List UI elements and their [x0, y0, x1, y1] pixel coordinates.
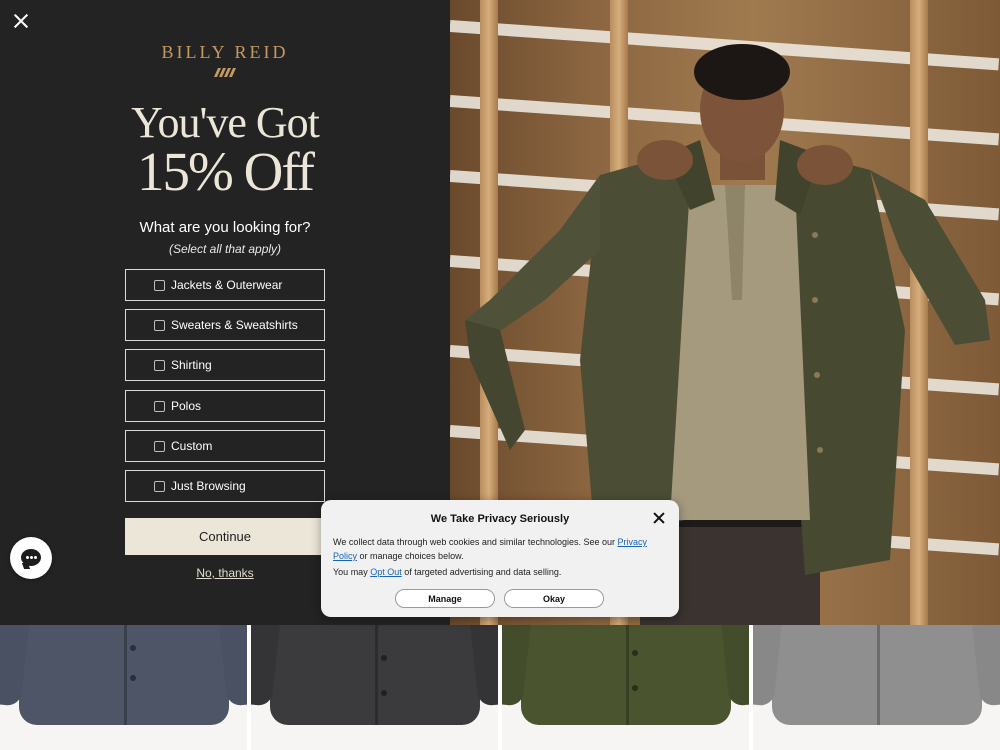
privacy-text: We collect data through web cookies and … [333, 537, 618, 547]
option-shirting[interactable]: Shirting [125, 349, 325, 381]
chat-button[interactable] [10, 537, 52, 579]
product-image [251, 625, 498, 725]
option-label: Just Browsing [171, 479, 246, 493]
checkbox[interactable] [154, 280, 165, 291]
product-card[interactable] [502, 625, 753, 750]
product-image [753, 625, 1000, 725]
manage-button[interactable]: Manage [395, 589, 495, 608]
product-image [0, 625, 247, 725]
product-image [502, 625, 749, 725]
continue-button[interactable]: Continue [125, 518, 325, 555]
product-grid [0, 625, 1000, 750]
opt-out-link[interactable]: Opt Out [370, 567, 402, 577]
checkbox[interactable] [154, 401, 165, 412]
diagonal-stripes-logo-icon [214, 68, 236, 77]
interest-hint: (Select all that apply) [168, 242, 282, 256]
chat-bubble-icon [21, 549, 41, 566]
opt-out-text: You may [333, 567, 371, 577]
option-custom[interactable]: Custom [125, 430, 325, 462]
opt-out-text: of targeted advertising and data selling… [401, 567, 562, 577]
privacy-text: or manage choices below. [357, 551, 464, 561]
checkbox[interactable] [154, 320, 165, 331]
close-icon[interactable] [11, 11, 31, 31]
option-label: Jackets & Outerwear [171, 278, 283, 292]
option-label: Polos [171, 399, 202, 413]
close-icon[interactable] [653, 512, 665, 524]
option-label: Sweaters & Sweatshirts [171, 318, 298, 332]
okay-button[interactable]: Okay [504, 589, 604, 608]
product-card[interactable] [0, 625, 251, 750]
discount-headline: 15% Off [137, 141, 315, 202]
opt-out-notice: You may Opt Out of targeted advertising … [333, 567, 667, 577]
privacy-title: We Take Privacy Seriously [430, 513, 570, 525]
brand-logo-text: BILLY REID [161, 42, 289, 62]
option-label: Custom [171, 439, 213, 453]
interest-question: What are you looking for? [139, 219, 311, 236]
option-polos[interactable]: Polos [125, 390, 325, 422]
product-card[interactable] [251, 625, 502, 750]
privacy-banner: We Take Privacy Seriously We collect dat… [321, 500, 679, 617]
checkbox[interactable] [154, 441, 165, 452]
product-card[interactable] [753, 625, 1000, 750]
privacy-description: We collect data through web cookies and … [333, 535, 667, 563]
option-label: Shirting [171, 358, 212, 372]
option-jackets-outerwear[interactable]: Jackets & Outerwear [125, 269, 325, 301]
checkbox[interactable] [154, 360, 165, 371]
checkbox[interactable] [154, 481, 165, 492]
option-sweaters-sweatshirts[interactable]: Sweaters & Sweatshirts [125, 309, 325, 341]
option-just-browsing[interactable]: Just Browsing [125, 470, 325, 502]
